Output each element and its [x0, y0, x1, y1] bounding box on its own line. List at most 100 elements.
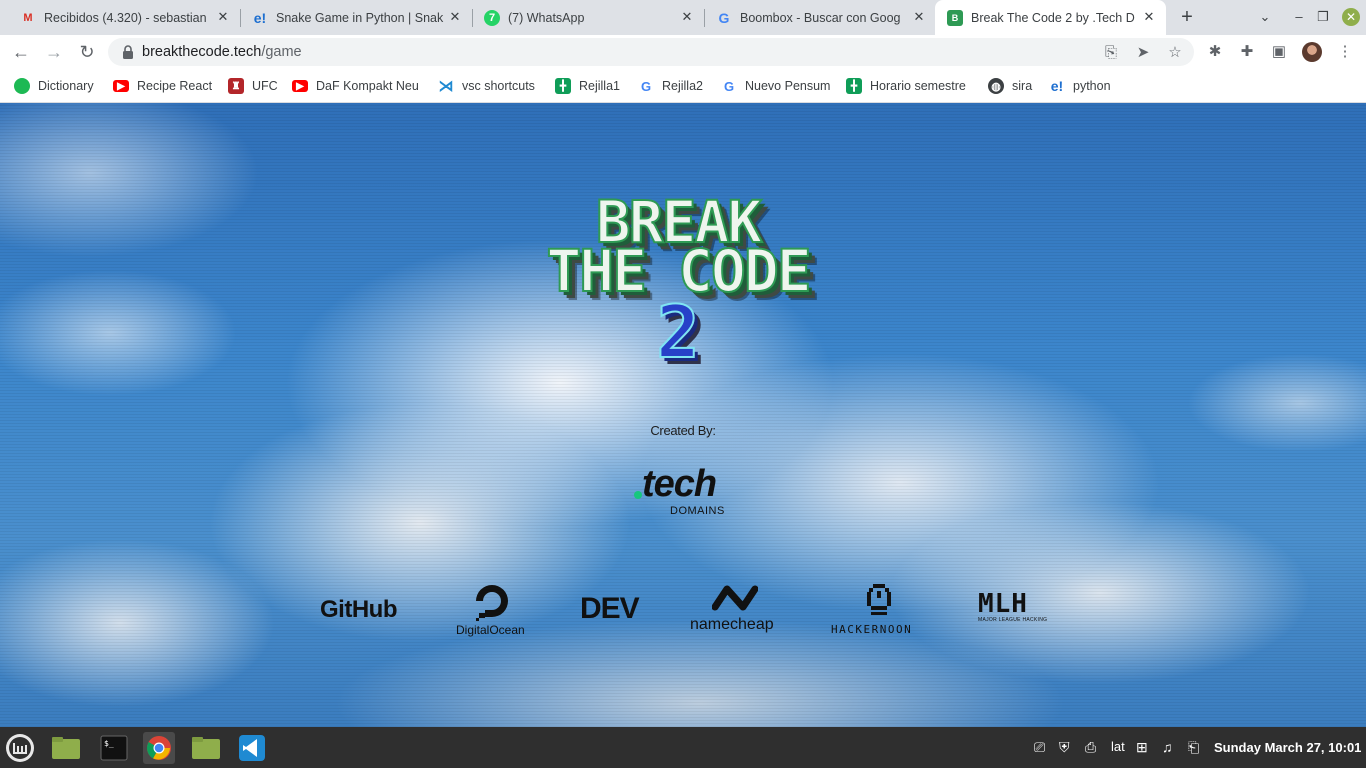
namecheap-icon: [712, 585, 758, 611]
tab-snake-game[interactable]: e! Snake Game in Python | Snak ✕: [240, 0, 472, 35]
namecheap-logo[interactable]: namecheap: [688, 583, 784, 639]
tab-break-the-code[interactable]: B Break The Code 2 by .Tech D ✕: [935, 0, 1166, 35]
bookmark-dictionary[interactable]: Dictionary: [14, 77, 94, 95]
mlh-letters: MLH: [978, 589, 1028, 619]
tab-title: Recibidos (4.320) - sebastian: [44, 10, 207, 25]
clipboard-icon[interactable]: ⎗: [1188, 739, 1199, 756]
files-folder-icon[interactable]: [50, 732, 82, 764]
google-icon: G: [718, 9, 730, 26]
created-by-label: Created By:: [650, 423, 716, 438]
bookmark-label: vsc shortcuts: [462, 79, 535, 93]
dev-logo[interactable]: DEV: [580, 592, 640, 626]
ufc-icon: ♜: [228, 78, 244, 94]
tech-word: tech: [642, 463, 717, 505]
close-icon[interactable]: ✕: [1142, 10, 1156, 24]
whatsapp-icon: 7: [484, 9, 500, 26]
mint-menu-icon[interactable]: [4, 732, 36, 764]
bookmark-label: UFC: [252, 79, 278, 93]
bookmark-vsc-shortcuts[interactable]: ⋊ vsc shortcuts: [438, 77, 535, 95]
bookmark-nuevo-pensum[interactable]: G Nuevo Pensum: [721, 77, 831, 95]
tab-search-icon[interactable]: ⌄: [1256, 9, 1274, 25]
window-close-icon[interactable]: ✕: [1342, 8, 1360, 26]
break-the-code-logo: BREAK THE CODE 2: [496, 192, 860, 374]
printer-icon[interactable]: ⎙: [1085, 739, 1096, 756]
tech-domains-logo[interactable]: tech DOMAINS: [632, 463, 742, 519]
bookmark-label: Rejilla1: [579, 79, 620, 93]
youtube-icon: ▶: [113, 80, 129, 92]
send-icon[interactable]: ➤: [1134, 44, 1152, 62]
bookmark-sira[interactable]: ◍ sira: [988, 77, 1032, 95]
google-icon: G: [723, 78, 735, 94]
clock[interactable]: Sunday March 27, 10:01: [1214, 740, 1361, 755]
close-icon[interactable]: ✕: [680, 10, 694, 24]
lock-icon: [123, 45, 133, 59]
bookmark-rejilla1[interactable]: ╋ Rejilla1: [555, 77, 620, 95]
maximize-icon[interactable]: ❐: [1314, 9, 1332, 25]
tab-title: Boombox - Buscar con Goog: [740, 10, 901, 25]
minimize-icon[interactable]: –: [1290, 9, 1308, 24]
edureka-icon: e!: [1050, 78, 1064, 94]
google-icon: G: [640, 78, 652, 94]
chrome-icon[interactable]: [143, 732, 175, 764]
profile-avatar[interactable]: [1302, 42, 1322, 62]
shield-icon[interactable]: ⛨: [1059, 739, 1070, 756]
tab-title: Snake Game in Python | Snak: [276, 10, 444, 25]
vscode-icon: ⋊: [438, 78, 454, 95]
bookmark-python[interactable]: e! python: [1049, 77, 1111, 95]
bookmark-recipe-react[interactable]: ▶ Recipe React: [113, 77, 212, 95]
new-tab-button[interactable]: +: [1176, 7, 1198, 29]
url-text: breakthecode.tech/game: [142, 44, 302, 60]
logo-number-2: 2: [655, 290, 700, 374]
network-icon[interactable]: ⊞: [1136, 739, 1148, 756]
bookmark-label: Recipe React: [137, 79, 213, 93]
github-logo[interactable]: GitHub: [320, 596, 397, 624]
address-bar[interactable]: breakthecode.tech/game ⎘ ➤ ☆: [108, 38, 1194, 66]
files-folder-icon[interactable]: [190, 732, 222, 764]
back-icon[interactable]: ←: [10, 41, 32, 63]
translate-icon[interactable]: ⎘: [1102, 44, 1120, 62]
mlh-subtitle: MAJOR LEAGUE HACKING: [978, 617, 1048, 623]
close-icon[interactable]: ✕: [448, 10, 462, 24]
bookmark-label: Dictionary: [38, 79, 94, 93]
bookmark-rejilla2[interactable]: G Rejilla2: [638, 77, 703, 95]
btc-icon: B: [947, 9, 963, 26]
terminal-icon[interactable]: $_: [98, 732, 130, 764]
close-icon[interactable]: ✕: [912, 10, 926, 24]
os-taskbar: $_ ⎚ ⛨ ⎙ lat ⊞ ♫ ⎗ Sunday March 27, 10:0…: [0, 727, 1366, 768]
digitalocean-logo[interactable]: DigitalOcean: [452, 583, 534, 639]
hackernoon-label: HACKERNOON: [831, 623, 913, 636]
digitalocean-label: DigitalOcean: [456, 623, 525, 637]
reload-icon[interactable]: ↻: [76, 41, 98, 63]
close-icon[interactable]: ✕: [216, 10, 230, 24]
menu-kebab-icon[interactable]: ⋮: [1336, 43, 1354, 61]
tab-google-search[interactable]: G Boombox - Buscar con Goog ✕: [704, 0, 936, 35]
hackernoon-icon: [867, 584, 891, 615]
bookmark-daf-kompakt[interactable]: ▶ DaF Kompakt Neu: [292, 77, 419, 95]
bookmark-label: Horario semestre: [870, 79, 966, 93]
forward-icon[interactable]: →: [43, 41, 65, 63]
update-manager-icon[interactable]: ⎚: [1034, 739, 1045, 756]
bookmark-horario-semestre[interactable]: ╋ Horario semestre: [846, 77, 966, 95]
extension-bug-icon[interactable]: ✱: [1206, 43, 1224, 61]
svg-text:$_: $_: [104, 739, 114, 748]
sheets-icon: ╋: [846, 78, 862, 94]
gmail-icon: M: [23, 11, 33, 24]
keyboard-layout[interactable]: lat: [1111, 739, 1125, 754]
hackernoon-logo[interactable]: HACKERNOON: [830, 583, 930, 639]
youtube-icon: ▶: [292, 80, 308, 92]
browser-toolbar: ← → ↻ breakthecode.tech/game ⎘ ➤ ☆ ✱ ✚ ▣…: [0, 35, 1366, 69]
tab-whatsapp[interactable]: 7 (7) WhatsApp ✕: [472, 0, 704, 35]
url-domain: breakthecode.tech: [142, 44, 262, 60]
bookmark-star-icon[interactable]: ☆: [1166, 44, 1184, 62]
mlh-logo[interactable]: MLH MAJOR LEAGUE HACKING: [978, 591, 1050, 631]
vscode-icon[interactable]: [236, 732, 268, 764]
extensions-puzzle-icon[interactable]: ✚: [1238, 43, 1256, 61]
tab-gmail[interactable]: M Recibidos (4.320) - sebastian ✕: [8, 0, 240, 35]
side-panel-icon[interactable]: ▣: [1270, 43, 1288, 61]
bookmarks-bar: Dictionary ▶ Recipe React ♜ UFC ▶ DaF Ko…: [0, 69, 1366, 103]
sound-icon[interactable]: ♫: [1162, 739, 1173, 755]
tech-dot: [634, 491, 642, 499]
game-page: BREAK THE CODE 2 Created By: tech DOMAIN…: [0, 103, 1366, 727]
namecheap-label: namecheap: [690, 616, 774, 633]
bookmark-ufc[interactable]: ♜ UFC: [228, 77, 278, 95]
